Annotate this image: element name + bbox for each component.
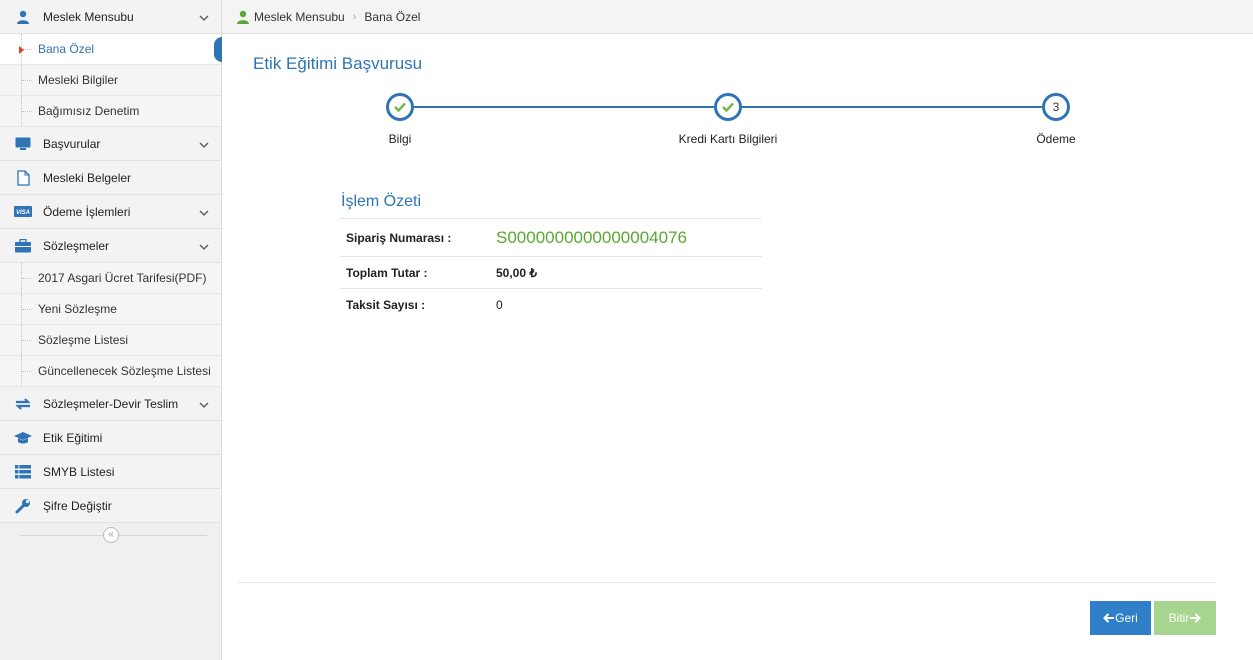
wizard-steps: Bilgi Kredi Kartı Bilgileri 3 Ödeme [350, 88, 1110, 148]
breadcrumb-current: Bana Özel [364, 9, 421, 24]
sidebar-item-sozlesmeler-devir-teslim[interactable]: Sözleşmeler-Devir Teslim [0, 387, 221, 421]
wrench-icon [14, 498, 32, 514]
visa-icon-text: VISA [16, 210, 30, 216]
transaction-summary: İşlem Özeti Sipariş Numarası : S00000000… [340, 193, 762, 317]
breadcrumb: Meslek Mensubu › Bana Özel [222, 0, 1253, 34]
briefcase-icon [14, 238, 32, 254]
sidebar-item-guncellenecek-sozlesme-listesi[interactable]: Güncellenecek Sözleşme Listesi [0, 356, 221, 387]
exchange-icon [14, 396, 32, 412]
wizard-step-label: Kredi Kartı Bilgileri [678, 132, 778, 146]
sidebar-item-odeme-islemleri[interactable]: VISA Ödeme İşlemleri [0, 195, 221, 229]
wizard-step-3: 3 [1042, 93, 1070, 121]
arrow-left-icon [1103, 613, 1115, 623]
sidebar-item-bagimsiz-denetim[interactable]: Bağımısız Denetim [0, 96, 221, 127]
sidebar-item-mesleki-belgeler[interactable]: Mesleki Belgeler [0, 161, 221, 195]
sidebar-item-label: Bağımısız Denetim [38, 104, 140, 118]
summary-row: Sipariş Numarası : S0000000000000004076 [340, 219, 762, 257]
sidebar-item-label: Yeni Sözleşme [38, 302, 117, 316]
chevron-down-icon [199, 12, 209, 22]
page-title: Etik Eğitimi Başvurusu [253, 54, 423, 73]
sidebar-item-label: Mesleki Bilgiler [38, 73, 119, 87]
file-icon [14, 169, 32, 186]
summary-row: Taksit Sayısı : 0 [340, 289, 762, 317]
sidebar-item-label: Meslek Mensubu [43, 9, 134, 24]
divider [238, 582, 1215, 583]
sidebar-item-basvurular[interactable]: Başvurular [0, 127, 221, 161]
sidebar-item-meslek-mensubu[interactable]: Meslek Mensubu [0, 0, 221, 34]
sidebar-item-sifre-degistir[interactable]: Şifre Değiştir [0, 489, 221, 523]
chevron-down-icon [199, 399, 209, 409]
graduation-cap-icon [14, 430, 32, 446]
sidebar-item-bana-ozel[interactable]: Bana Özel [0, 34, 222, 65]
back-button[interactable]: Geri [1090, 601, 1151, 635]
list-icon [14, 464, 32, 480]
caret-right-icon [19, 46, 24, 54]
wizard-step-2 [714, 93, 742, 121]
sidebar-item-label: Şifre Değiştir [43, 498, 112, 513]
sidebar-item-sozlesmeler[interactable]: Sözleşmeler [0, 229, 221, 263]
total-amount-label: Toplam Tutar : [346, 265, 428, 280]
sidebar-item-label: Mesleki Belgeler [43, 170, 132, 185]
visa-icon: VISA [14, 204, 32, 220]
collapse-sidebar-button[interactable]: « [103, 527, 119, 543]
sidebar-item-yeni-sozlesme[interactable]: Yeni Sözleşme [0, 294, 221, 325]
finish-button[interactable]: Bitir [1154, 601, 1216, 635]
sidebar-item-mesleki-bilgiler[interactable]: Mesleki Bilgiler [0, 65, 221, 96]
wizard-step-1 [386, 93, 414, 121]
wizard-step-label: Bilgi [388, 132, 412, 146]
installment-count-value: 0 [496, 298, 503, 312]
wizard-connector [741, 106, 1042, 108]
total-amount-value: 50,00 ₺ [496, 265, 537, 280]
order-number-label: Sipariş Numarası : [346, 230, 452, 245]
sidebar-item-label: Ödeme İşlemleri [43, 204, 131, 219]
installment-count-label: Taksit Sayısı : [346, 298, 426, 312]
sidebar-item-label: Sözleşmeler-Devir Teslim [43, 396, 179, 411]
check-icon [394, 102, 406, 112]
check-icon [722, 102, 734, 112]
sidebar-item-label: Sözleşmeler [43, 238, 110, 253]
sidebar-item-sozlesme-listesi[interactable]: Sözleşme Listesi [0, 325, 221, 356]
breadcrumb-separator-icon: › [352, 10, 357, 23]
finish-button-label: Bitir [1168, 611, 1190, 625]
monitor-icon [14, 136, 32, 152]
summary-title: İşlem Özeti [340, 193, 762, 219]
sidebar-item-label: Başvurular [43, 136, 101, 151]
wizard-step-label: Ödeme [1036, 132, 1076, 146]
sidebar-item-smyb-listesi[interactable]: SMYB Listesi [0, 455, 221, 489]
sidebar-item-label: Güncellenecek Sözleşme Listesi [38, 364, 211, 378]
sidebar-item-label: Etik Eğitimi [43, 430, 103, 445]
active-indicator [214, 37, 222, 62]
sidebar-item-label: SMYB Listesi [43, 464, 115, 479]
chevron-down-icon [199, 241, 209, 251]
summary-row: Toplam Tutar : 50,00 ₺ [340, 257, 762, 289]
chevron-down-icon [199, 139, 209, 149]
sidebar-collapse-row: « [0, 523, 221, 553]
arrow-right-icon [1190, 613, 1202, 623]
chevron-down-icon [199, 207, 209, 217]
back-button-label: Geri [1115, 611, 1138, 625]
breadcrumb-root-link[interactable]: Meslek Mensubu [254, 10, 345, 24]
sidebar-item-label: Sözleşme Listesi [38, 333, 129, 347]
sidebar-item-etik-egitimi[interactable]: Etik Eğitimi [0, 421, 221, 455]
sidebar-item-label: Bana Özel [38, 42, 95, 56]
wizard-connector [413, 106, 714, 108]
user-icon [236, 10, 250, 24]
sidebar: Meslek Mensubu Bana Özel Mesleki Bilgile… [0, 0, 222, 660]
user-icon [14, 9, 32, 25]
sidebar-item-asgari-ucret-tarifesi[interactable]: 2017 Asgari Ücret Tarifesi(PDF) [0, 263, 221, 294]
order-number-value: S0000000000000004076 [496, 227, 687, 247]
sidebar-item-label: 2017 Asgari Ücret Tarifesi(PDF) [38, 271, 207, 285]
